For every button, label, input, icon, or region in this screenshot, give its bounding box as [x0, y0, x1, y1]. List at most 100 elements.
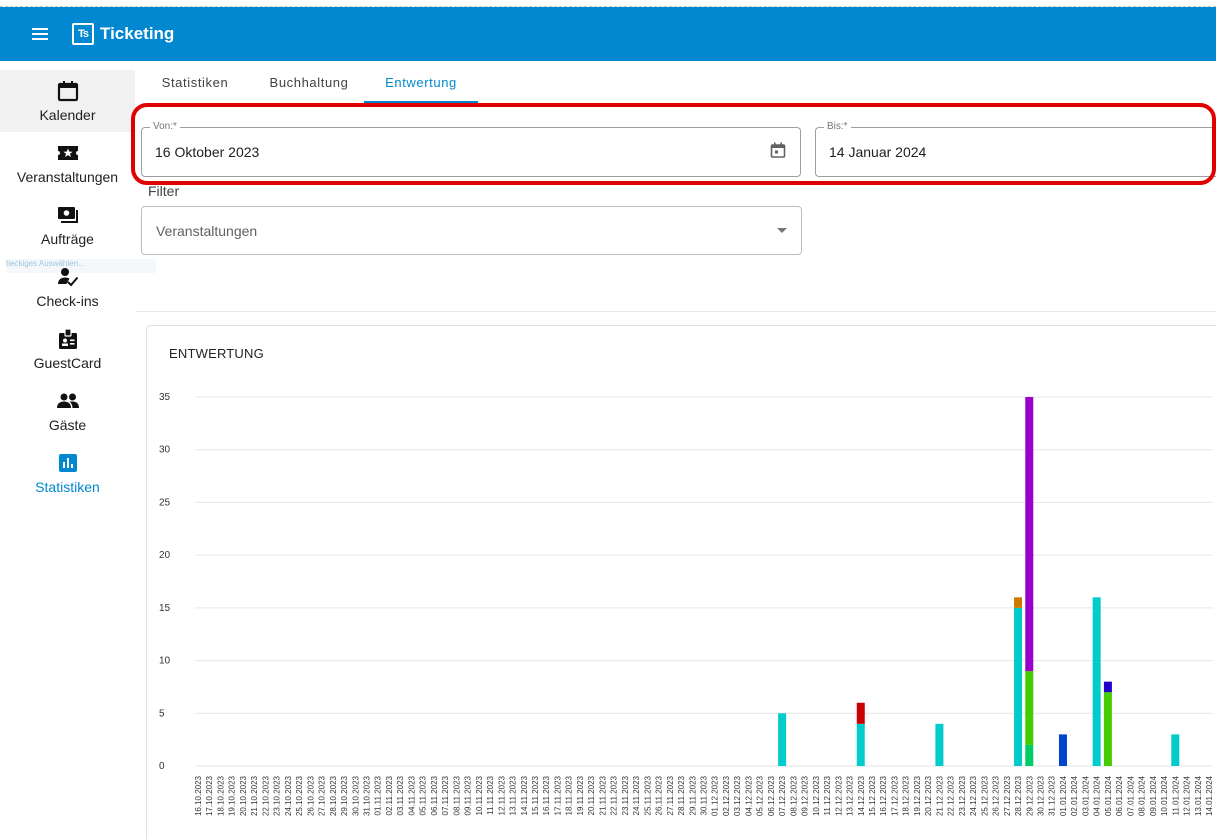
- x-tick-label: 01.11.2023: [374, 775, 383, 815]
- x-tick-label: 19.12.2023: [913, 775, 922, 816]
- y-tick-label: 30: [159, 445, 171, 456]
- sidebar-item-kalender[interactable]: Kalender: [0, 70, 135, 132]
- x-tick-label: 06.11.2023: [430, 775, 439, 815]
- menu-icon[interactable]: [28, 22, 52, 46]
- x-tick-label: 26.12.2023: [992, 775, 1001, 816]
- x-tick-label: 03.12.2023: [733, 775, 742, 816]
- x-tick-label: 12.11.2023: [497, 775, 506, 815]
- x-tick-label: 18.11.2023: [565, 775, 574, 815]
- x-tick-label: 23.11.2023: [621, 775, 630, 815]
- x-tick-label: 09.11.2023: [464, 775, 473, 815]
- sidebar-item-check-ins[interactable]: Check-ins: [0, 256, 135, 318]
- x-tick-label: 18.10.2023: [216, 775, 225, 816]
- chart-bar: [1058, 734, 1067, 766]
- x-tick-label: 07.01.2024: [1126, 775, 1135, 816]
- chart-bar: [856, 702, 865, 724]
- app-logo: Ts: [72, 23, 94, 45]
- filter-label: Filter: [148, 183, 180, 199]
- x-tick-label: 13.01.2024: [1194, 775, 1203, 816]
- x-tick-label: 26.11.2023: [655, 775, 664, 815]
- x-tick-label: 10.11.2023: [475, 775, 484, 815]
- x-tick-label: 02.11.2023: [385, 775, 394, 815]
- x-tick-label: 17.11.2023: [553, 775, 562, 815]
- x-tick-label: 08.12.2023: [789, 775, 798, 816]
- x-tick-label: 09.01.2024: [1149, 775, 1158, 816]
- x-tick-label: 22.12.2023: [947, 775, 956, 816]
- x-tick-label: 31.12.2023: [1048, 775, 1057, 816]
- chevron-down-icon: [777, 228, 787, 233]
- sidebar-item-gaeste[interactable]: Gäste: [0, 380, 135, 442]
- x-tick-label: 25.12.2023: [980, 775, 989, 816]
- person-check-icon: [56, 265, 80, 289]
- x-tick-label: 12.12.2023: [834, 775, 843, 816]
- top-border: [0, 0, 1216, 7]
- x-tick-label: 06.01.2024: [1115, 775, 1124, 816]
- x-tick-label: 22.10.2023: [261, 775, 270, 816]
- x-tick-label: 08.11.2023: [452, 775, 461, 815]
- x-tick-label: 26.10.2023: [306, 775, 315, 816]
- x-tick-label: 30.12.2023: [1037, 775, 1046, 816]
- y-tick-label: 15: [159, 603, 171, 614]
- x-tick-label: 15.11.2023: [531, 775, 540, 815]
- sidebar-item-statistiken[interactable]: Statistiken: [0, 442, 135, 504]
- x-tick-label: 09.12.2023: [801, 775, 810, 816]
- app-title: Ticketing: [100, 24, 175, 43]
- x-tick-label: 08.01.2024: [1138, 775, 1147, 816]
- x-tick-label: 10.12.2023: [812, 775, 821, 816]
- x-tick-label: 01.12.2023: [711, 775, 720, 816]
- sidebar-item-label: Check-ins: [36, 293, 99, 309]
- sidebar-item-label: Statistiken: [35, 479, 100, 495]
- sidebar: Kalender Veranstaltungen Aufträge tiecki…: [0, 61, 156, 839]
- x-tick-label: 21.11.2023: [598, 775, 607, 815]
- x-tick-label: 05.12.2023: [756, 775, 765, 816]
- x-tick-label: 13.12.2023: [846, 775, 855, 816]
- x-tick-label: 25.11.2023: [643, 775, 652, 815]
- chart-bar: [1025, 744, 1034, 766]
- x-tick-label: 11.01.2024: [1171, 775, 1180, 815]
- x-tick-label: 31.10.2023: [363, 775, 372, 816]
- ticket-star-icon: [56, 141, 80, 165]
- sidebar-item-veranstaltungen[interactable]: Veranstaltungen: [0, 132, 135, 194]
- x-tick-label: 19.10.2023: [228, 775, 237, 816]
- x-tick-label: 27.12.2023: [1003, 775, 1012, 816]
- x-tick-label: 02.01.2024: [1070, 775, 1079, 816]
- tab-entwertung[interactable]: Entwertung: [364, 61, 478, 103]
- x-tick-label: 13.11.2023: [509, 775, 518, 815]
- y-tick-label: 0: [159, 761, 165, 772]
- tab-buchhaltung[interactable]: Buchhaltung: [254, 61, 364, 103]
- x-tick-label: 23.12.2023: [958, 775, 967, 816]
- x-tick-label: 02.12.2023: [722, 775, 731, 816]
- x-tick-label: 04.12.2023: [744, 775, 753, 816]
- x-tick-label: 25.10.2023: [295, 775, 304, 816]
- x-tick-label: 21.10.2023: [250, 775, 259, 816]
- y-tick-label: 10: [159, 656, 171, 667]
- x-tick-label: 05.11.2023: [419, 775, 428, 815]
- sidebar-item-guestcard[interactable]: GuestCard: [0, 318, 135, 380]
- x-tick-label: 28.10.2023: [329, 775, 338, 816]
- chart-bar: [1092, 597, 1101, 766]
- x-tick-label: 14.01.2024: [1205, 775, 1214, 816]
- x-tick-label: 30.10.2023: [351, 775, 360, 816]
- x-tick-label: 20.11.2023: [587, 775, 596, 815]
- x-tick-label: 16.10.2023: [194, 775, 203, 816]
- x-tick-label: 04.11.2023: [407, 775, 416, 815]
- veranstaltungen-select[interactable]: Veranstaltungen: [141, 206, 802, 255]
- x-tick-label: 06.12.2023: [767, 775, 776, 816]
- x-tick-label: 23.10.2023: [273, 775, 282, 816]
- x-tick-label: 11.11.2023: [486, 775, 495, 814]
- chart-bar: [1025, 671, 1034, 745]
- divider: [136, 311, 1216, 312]
- tab-statistiken[interactable]: Statistiken: [136, 61, 254, 103]
- x-tick-label: 15.12.2023: [868, 775, 877, 816]
- orders-icon: [56, 203, 80, 227]
- app-bar: Ts Ticketing: [0, 7, 1216, 61]
- people-icon: [56, 389, 80, 413]
- x-tick-label: 17.12.2023: [890, 775, 899, 816]
- chart-bar: [935, 723, 944, 766]
- sidebar-item-auftraege[interactable]: Aufträge: [0, 194, 135, 256]
- x-tick-label: 27.11.2023: [666, 775, 675, 815]
- calendar-icon: [56, 79, 80, 103]
- x-tick-label: 05.01.2024: [1104, 775, 1113, 816]
- sidebar-item-label: Veranstaltungen: [16, 169, 119, 185]
- sidebar-item-label: Kalender: [39, 107, 96, 123]
